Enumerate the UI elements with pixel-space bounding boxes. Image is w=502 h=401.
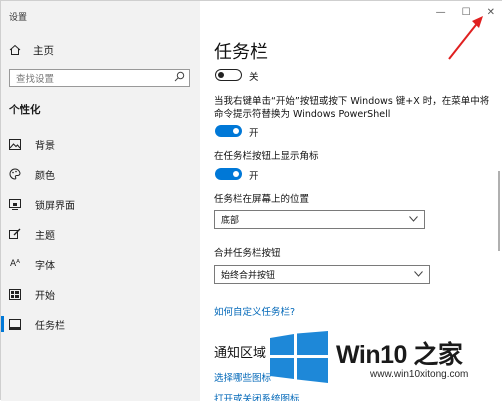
sidebar-home[interactable]: 主页 bbox=[9, 41, 54, 59]
combine-dropdown[interactable]: 始终合并按钮 bbox=[214, 265, 430, 284]
scrollbar[interactable] bbox=[498, 171, 500, 251]
start-icon bbox=[9, 288, 21, 300]
position-dropdown[interactable]: 底部 bbox=[214, 210, 425, 229]
powershell-desc-line1: 当我右键单击“开始”按钮或按下 Windows 键+X 时，在菜单中将 bbox=[214, 96, 490, 107]
watermark: Win10 之家 www.win10xitong.com bbox=[270, 331, 500, 393]
combine-label: 合并任务栏按钮 bbox=[214, 248, 281, 259]
theme-icon bbox=[9, 228, 21, 240]
toggle-badges-state: 开 bbox=[249, 171, 259, 182]
sidebar-item-label: 字体 bbox=[35, 260, 55, 272]
toggle-switch-badges[interactable] bbox=[215, 168, 242, 180]
sidebar-item-themes[interactable]: 主题 bbox=[9, 225, 55, 243]
window-controls: — ☐ ✕ bbox=[436, 7, 495, 18]
toggle-powershell-state: 开 bbox=[249, 128, 259, 139]
watermark-title: Win10 之家 bbox=[336, 341, 463, 369]
toggle-switch-1[interactable] bbox=[215, 69, 242, 81]
windows-logo-icon bbox=[270, 331, 328, 383]
sidebar-item-background[interactable]: 背景 bbox=[9, 135, 55, 153]
font-icon: Aᴬ bbox=[9, 259, 21, 269]
maximize-button[interactable]: ☐ bbox=[462, 7, 471, 18]
sidebar-item-label: 开始 bbox=[35, 290, 55, 302]
sidebar: 设置 主页 查找设置 个性化 背景 颜色 锁屏界面 主题 Aᴬ 字体 开始 任务… bbox=[1, 1, 200, 401]
sidebar-item-lock-screen[interactable]: 锁屏界面 bbox=[9, 195, 75, 213]
customize-taskbar-link[interactable]: 如何自定义任务栏? bbox=[214, 304, 295, 318]
select-icons-link[interactable]: 选择哪些图标 bbox=[214, 370, 271, 384]
palette-icon bbox=[9, 168, 21, 180]
sidebar-item-label: 背景 bbox=[35, 140, 55, 152]
watermark-subtitle: www.win10xitong.com bbox=[370, 369, 469, 380]
lock-screen-icon bbox=[9, 198, 21, 210]
home-label: 主页 bbox=[33, 44, 54, 57]
chevron-down-icon bbox=[409, 215, 418, 225]
home-icon bbox=[9, 44, 21, 56]
taskbar-icon bbox=[9, 318, 21, 330]
sidebar-item-start[interactable]: 开始 bbox=[9, 285, 55, 303]
position-label: 任务栏在屏幕上的位置 bbox=[214, 194, 310, 205]
chevron-down-icon bbox=[414, 270, 423, 280]
notification-area-title: 通知区域 bbox=[214, 346, 267, 361]
image-icon bbox=[9, 138, 21, 150]
sidebar-item-taskbar[interactable]: 任务栏 bbox=[1, 315, 65, 333]
sidebar-item-label: 颜色 bbox=[35, 170, 55, 182]
minimize-button[interactable]: — bbox=[436, 7, 446, 18]
search-box[interactable]: 查找设置 bbox=[9, 69, 190, 87]
search-icon bbox=[174, 71, 185, 85]
sidebar-item-fonts[interactable]: Aᴬ 字体 bbox=[9, 255, 55, 273]
combine-value: 始终合并按钮 bbox=[221, 271, 276, 281]
badge-label: 在任务栏按钮上显示角标 bbox=[214, 151, 319, 162]
close-button[interactable]: ✕ bbox=[487, 7, 495, 18]
search-input[interactable]: 查找设置 bbox=[16, 71, 54, 85]
sidebar-item-colors[interactable]: 颜色 bbox=[9, 165, 55, 183]
settings-window: 设置 主页 查找设置 个性化 背景 颜色 锁屏界面 主题 Aᴬ 字体 开始 任务… bbox=[0, 0, 502, 401]
position-value: 底部 bbox=[221, 216, 240, 226]
sidebar-item-label: 任务栏 bbox=[35, 320, 65, 332]
sidebar-item-label: 锁屏界面 bbox=[35, 200, 75, 212]
toggle-1-state: 关 bbox=[249, 72, 259, 83]
powershell-desc-line2: 命令提示符替换为 Windows PowerShell bbox=[214, 108, 391, 120]
page-title: 任务栏 bbox=[214, 42, 268, 63]
section-title: 个性化 bbox=[9, 104, 41, 116]
sidebar-item-label: 主题 bbox=[35, 230, 55, 242]
app-title: 设置 bbox=[9, 13, 28, 23]
powershell-description: 当我右键单击“开始”按钮或按下 Windows 键+X 时，在菜单中将 命令提示… bbox=[214, 96, 502, 121]
toggle-switch-powershell[interactable] bbox=[215, 125, 242, 137]
